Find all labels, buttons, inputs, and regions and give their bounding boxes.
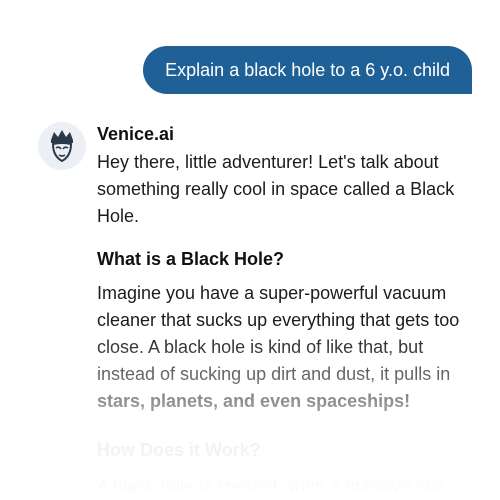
- section-heading-how: How Does it Work?: [97, 440, 261, 460]
- section-body-how: A black hole is created when a massive s…: [97, 476, 447, 496]
- user-message-bubble: Explain a black hole to a 6 y.o. child: [143, 46, 472, 94]
- venice-logo-icon: [51, 130, 73, 163]
- section-body-what-text: Imagine you have a super-powerful vacuum…: [97, 283, 460, 384]
- section-body-what-strong: stars, planets, and even spaceships!: [97, 391, 411, 411]
- section-heading-what: What is a Black Hole?: [97, 249, 285, 269]
- assistant-avatar: [38, 122, 86, 170]
- assistant-name: Venice.ai: [97, 124, 175, 144]
- section-body-what: Imagine you have a super-powerful vacuum…: [97, 280, 477, 415]
- user-message-text: Explain a black hole to a 6 y.o. child: [165, 60, 450, 80]
- assistant-intro: Hey there, little adventurer! Let's talk…: [97, 152, 455, 226]
- assistant-message: Venice.ai Hey there, little adventurer! …: [97, 121, 477, 500]
